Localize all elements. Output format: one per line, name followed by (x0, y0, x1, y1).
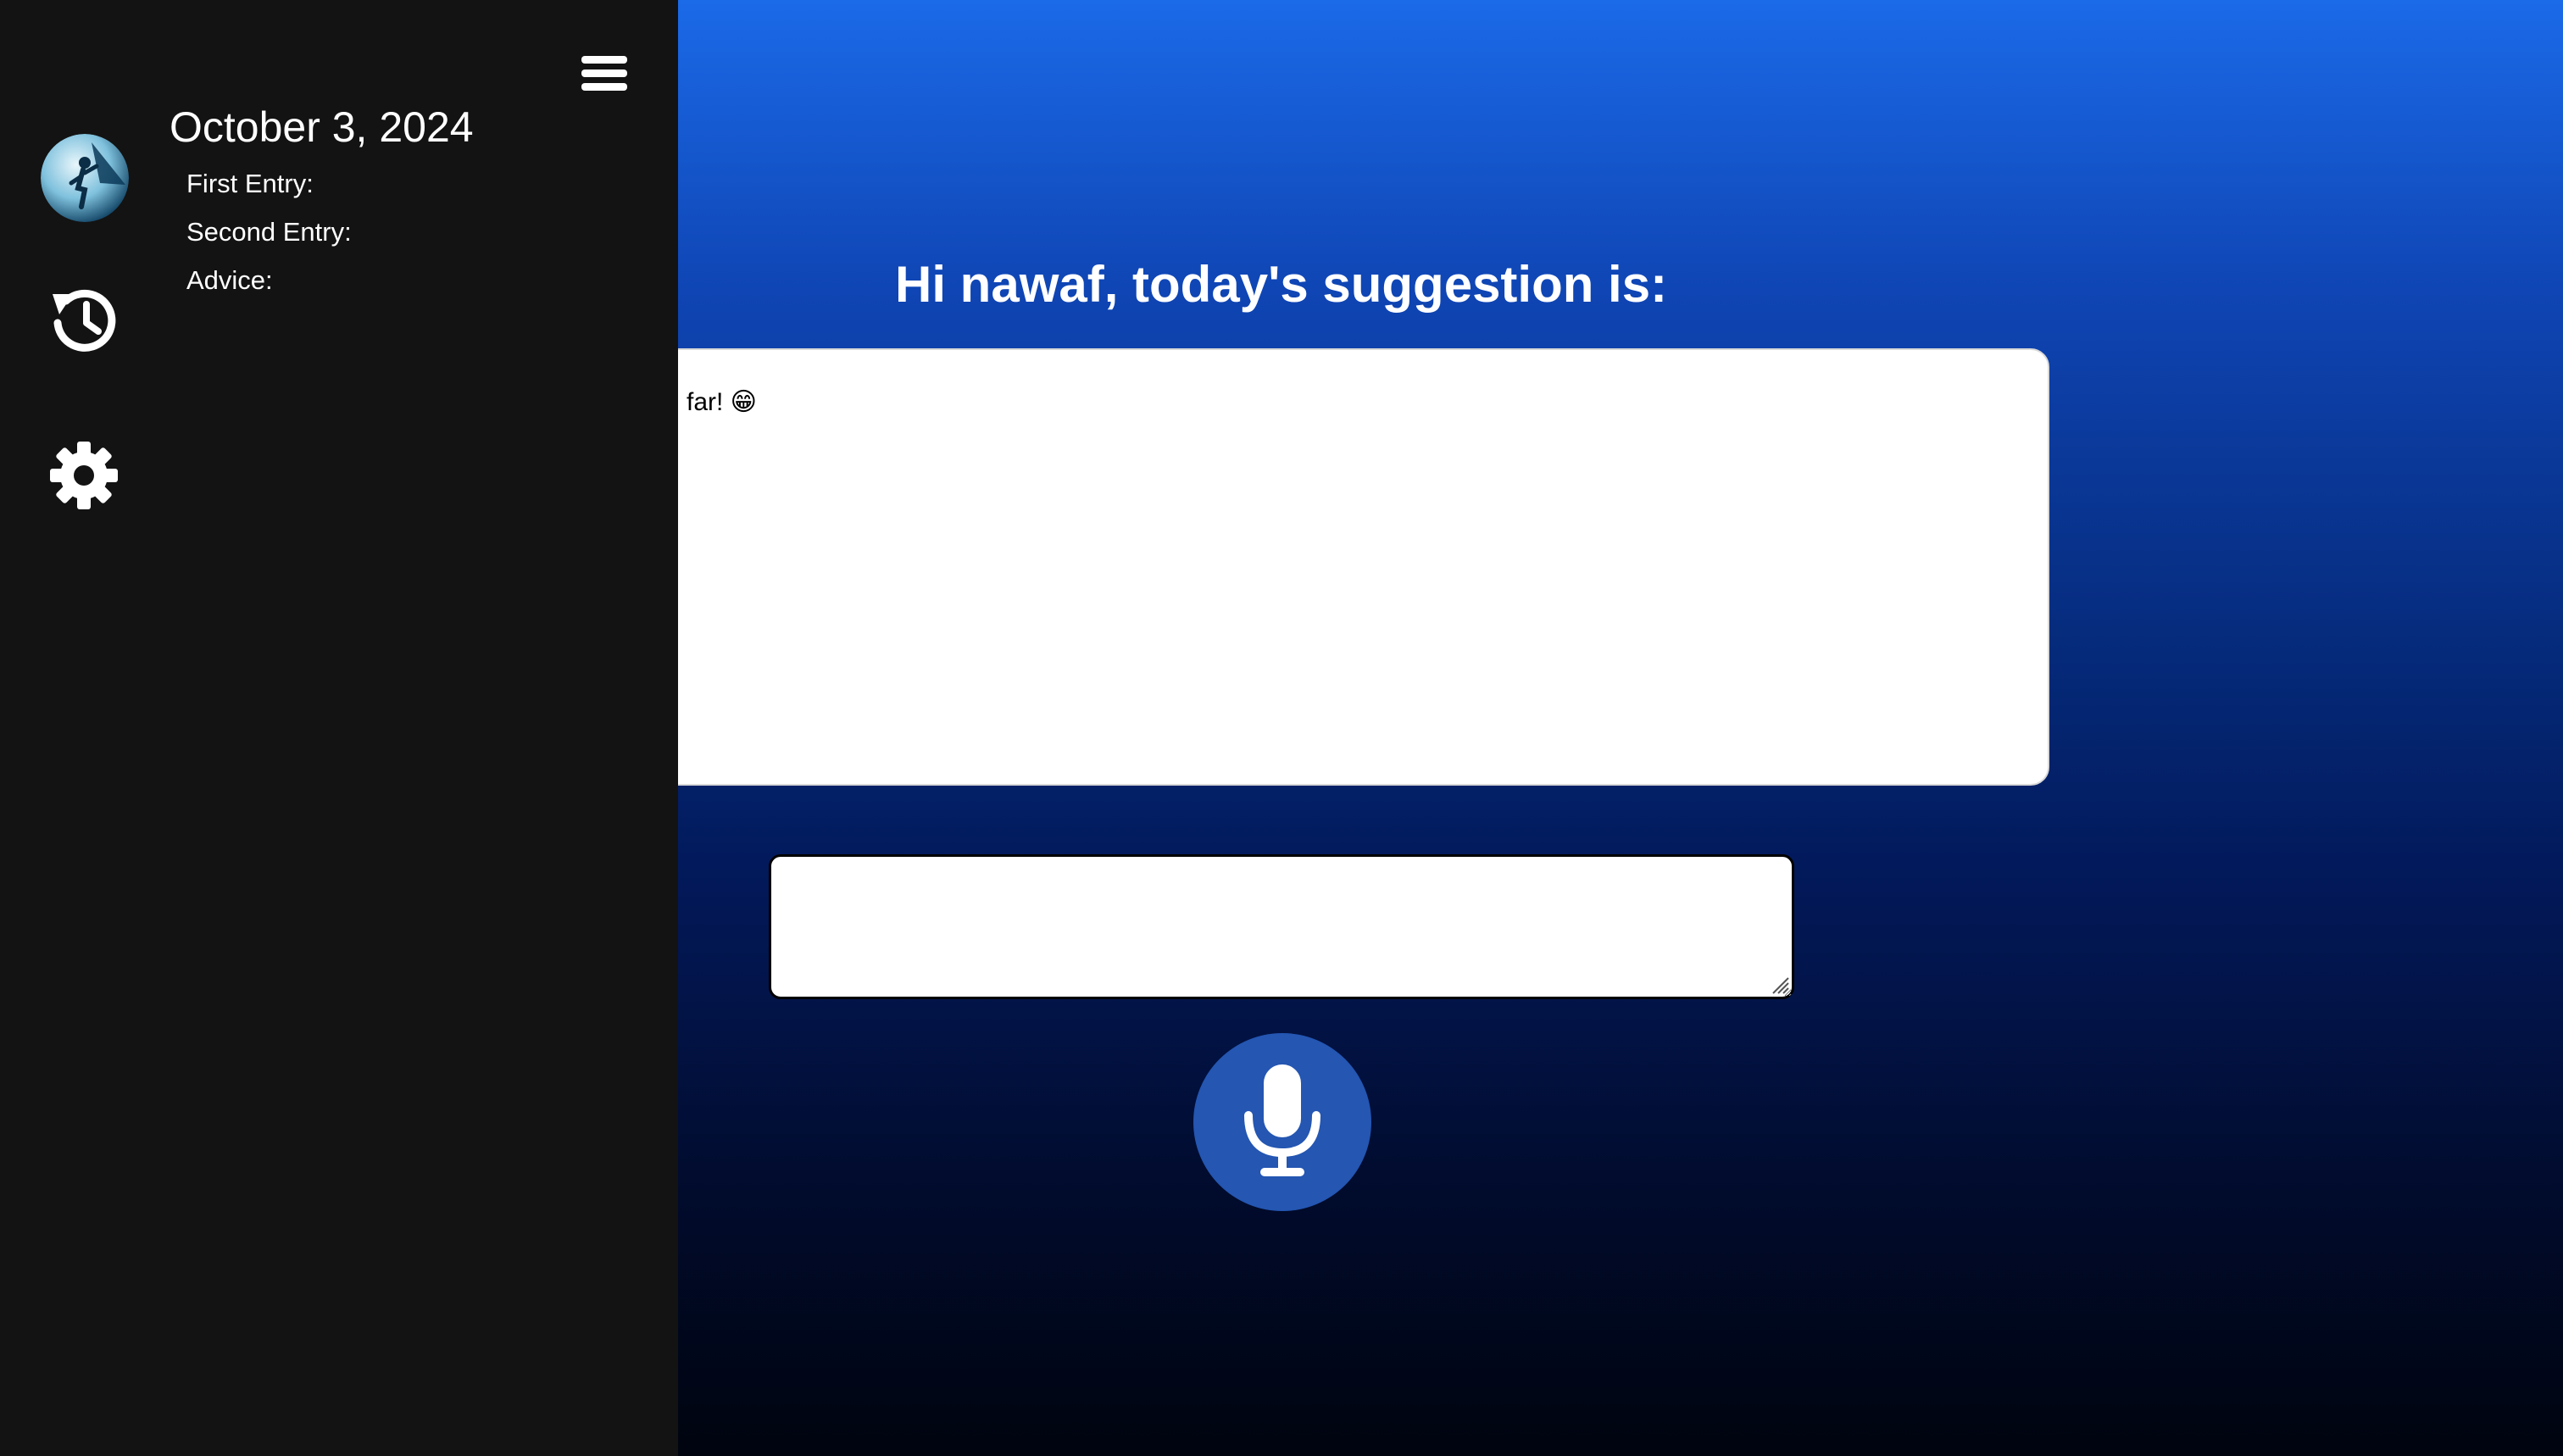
page-title: Hi nawaf, today's suggestion is: (895, 256, 1668, 313)
suggestion-text: far! 😁 (687, 388, 757, 416)
climber-avatar-icon (41, 134, 129, 222)
settings-gear-icon[interactable] (49, 441, 119, 510)
entry-date: October 3, 2024 (170, 103, 474, 151)
journal-entry-input[interactable] (769, 854, 1794, 999)
sidebar: October 3, 2024 First Entry: Second Entr… (0, 0, 678, 1456)
microphone-button[interactable] (1193, 1033, 1371, 1211)
avatar[interactable] (41, 134, 129, 222)
hamburger-menu-icon[interactable] (581, 56, 627, 97)
second-entry-label: Second Entry: (186, 217, 352, 247)
first-entry-label: First Entry: (186, 169, 314, 198)
history-icon[interactable] (49, 286, 119, 355)
resize-grip-icon[interactable] (1771, 976, 1790, 995)
microphone-icon (1244, 1064, 1320, 1176)
advice-label: Advice: (186, 265, 273, 295)
